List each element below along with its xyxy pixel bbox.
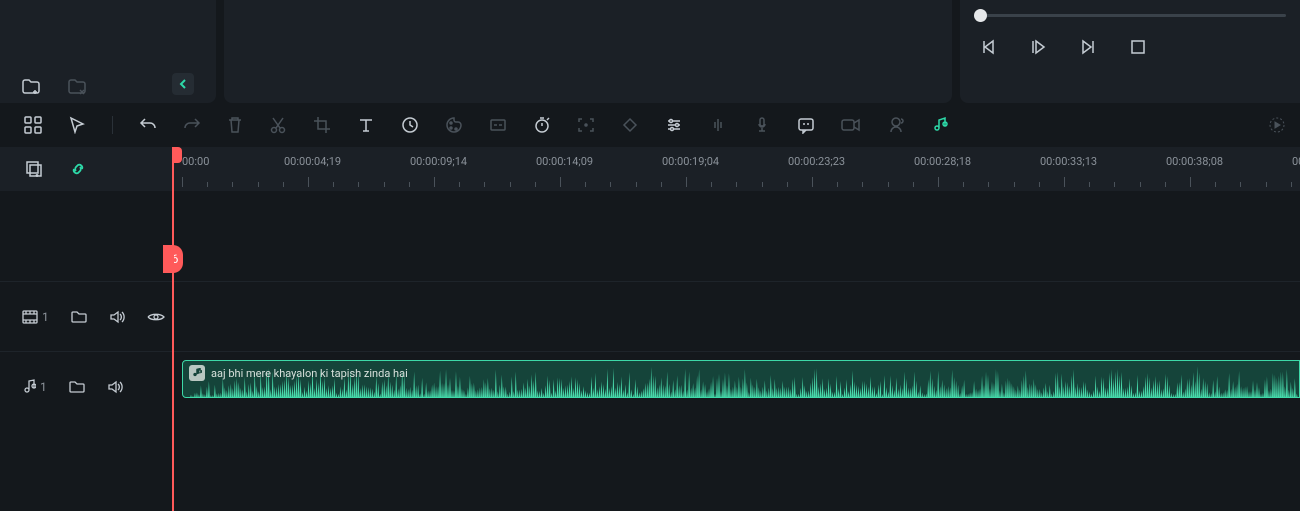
ruler-label: 00:00:23;23: [788, 155, 845, 168]
stop-button[interactable]: [1130, 39, 1146, 55]
ruler-label: 00:00:28;18: [914, 155, 971, 168]
ruler-label: 00:00:33;13: [1040, 155, 1097, 168]
music-note-icon: [189, 365, 205, 381]
ruler-label: 00:00:14;09: [536, 155, 593, 168]
audio-track-content[interactable]: aaj bhi mere khayalon ki tapish zinda ha…: [172, 352, 1300, 421]
select-tool-icon[interactable]: [68, 116, 86, 134]
preview-panel: [224, 0, 952, 103]
clip-title: aaj bhi mere khayalon ki tapish zinda ha…: [211, 367, 408, 380]
track-visibility-icon[interactable]: [147, 311, 165, 323]
record-icon[interactable]: [841, 118, 861, 132]
playhead[interactable]: [172, 147, 174, 511]
inspector-panel: [960, 0, 1300, 103]
video-track-content[interactable]: [172, 282, 1300, 351]
add-track-icon[interactable]: [26, 161, 42, 177]
subtitle-icon[interactable]: [797, 116, 815, 134]
media-panel: [0, 0, 216, 103]
prev-frame-button[interactable]: [980, 39, 996, 55]
play-button[interactable]: [1030, 39, 1046, 55]
video-track-index: 1: [42, 310, 49, 324]
cut-icon[interactable]: [269, 116, 287, 134]
link-icon[interactable]: [70, 161, 86, 177]
add-folder-icon[interactable]: [22, 79, 40, 95]
audio-track-index: 1: [40, 380, 47, 394]
audio-track-icon: [22, 379, 36, 395]
timer-icon[interactable]: [533, 116, 551, 134]
track-folder-icon[interactable]: [71, 310, 87, 324]
timeline: 00:00 00:00:04;19 00:00:09;14 00:00:14;09 00…: [0, 147, 1300, 511]
track-mute-icon[interactable]: [109, 310, 125, 324]
ruler-label: 00:00:04;19: [284, 155, 341, 168]
delete-icon[interactable]: [227, 116, 243, 134]
audio-track-1: 1 aaj bhi mere khayalon ki tapish zinda …: [0, 351, 1300, 421]
track-folder-icon[interactable]: [69, 380, 85, 394]
next-frame-button[interactable]: [1080, 39, 1096, 55]
ai-voice-icon[interactable]: [887, 116, 905, 134]
crop-icon[interactable]: [313, 116, 331, 134]
color-icon[interactable]: [445, 116, 463, 134]
video-track-1: 1: [0, 281, 1300, 351]
apps-icon[interactable]: [24, 116, 42, 134]
remove-folder-icon[interactable]: [68, 79, 86, 95]
video-track-icon: [22, 310, 38, 324]
adjust-icon[interactable]: [665, 116, 683, 134]
timeline-toolbar: [0, 103, 1300, 147]
ruler-label: 00:00:19;04: [662, 155, 719, 168]
settings-gear-icon[interactable]: [1268, 116, 1286, 134]
track-mute-icon[interactable]: [107, 380, 123, 394]
ruler-label: 00:00:09;14: [410, 155, 467, 168]
ruler-label: 00:00:38;08: [1166, 155, 1223, 168]
undo-icon[interactable]: [139, 116, 157, 134]
collapse-panel-button[interactable]: [172, 73, 194, 95]
audio-tool-icon[interactable]: [931, 116, 949, 134]
caption-icon[interactable]: [489, 116, 507, 134]
slider-thumb[interactable]: [974, 9, 987, 22]
ruler-label: 00:: [1292, 155, 1300, 168]
focus-icon[interactable]: [577, 116, 595, 134]
speed-icon[interactable]: [401, 116, 419, 134]
voice-icon[interactable]: [753, 116, 771, 134]
chevron-left-icon: [179, 79, 187, 89]
zoom-slider[interactable]: [974, 10, 1286, 17]
ruler-label: 00:00: [182, 155, 209, 168]
audio-clip[interactable]: aaj bhi mere khayalon ki tapish zinda ha…: [182, 360, 1300, 398]
redo-icon[interactable]: [183, 116, 201, 134]
timeline-ruler[interactable]: 00:00 00:00:04;19 00:00:09;14 00:00:14;09 00…: [172, 147, 1300, 191]
playhead-handle[interactable]: [172, 147, 182, 163]
text-tool-icon[interactable]: [357, 116, 375, 134]
audio-adjust-icon[interactable]: [709, 116, 727, 134]
keyframe-icon[interactable]: [621, 116, 639, 134]
